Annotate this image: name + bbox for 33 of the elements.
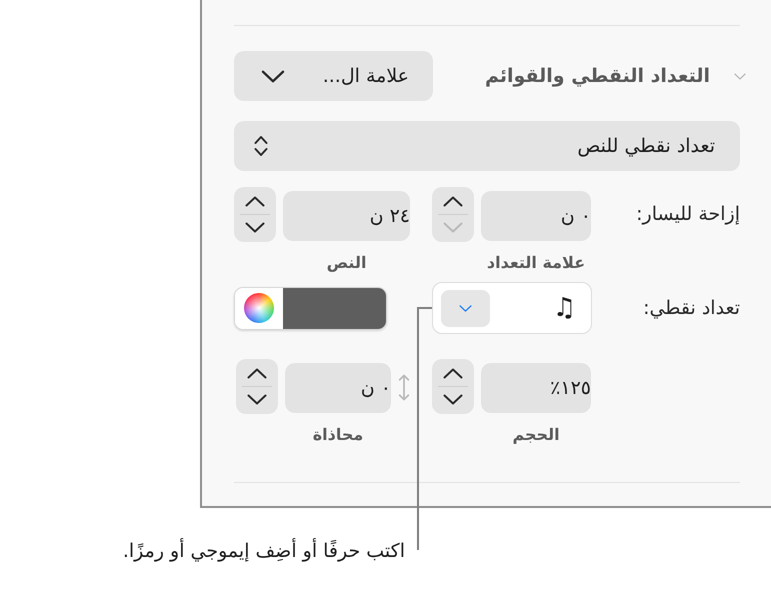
- stepper[interactable]: [432, 359, 474, 414]
- number-field[interactable]: ٠ ن: [481, 191, 591, 241]
- field-caption: الحجم: [512, 424, 560, 446]
- stepper[interactable]: [234, 187, 276, 242]
- chevron-down-icon[interactable]: [247, 394, 267, 405]
- color-well[interactable]: [234, 286, 387, 330]
- chevron-up-icon[interactable]: [247, 368, 267, 379]
- section-title: التعداد النقطي والقوائم: [485, 64, 710, 89]
- color-wheel-icon: [244, 293, 274, 323]
- stepper[interactable]: [236, 359, 278, 414]
- number-field[interactable]: ١٢٥٪: [481, 363, 591, 413]
- preset-dropdown[interactable]: علامة ال...: [234, 51, 433, 101]
- vertical-arrows-icon: [398, 374, 410, 401]
- bullet-symbol: ♫: [552, 293, 576, 323]
- number-field[interactable]: ٢٤ ن: [283, 191, 410, 241]
- number-field[interactable]: ٠ ن: [285, 363, 391, 413]
- field-label: تعداد نقطي:: [642, 296, 740, 321]
- chevron-down-icon: [459, 304, 472, 312]
- chevron-up-icon[interactable]: [245, 196, 265, 207]
- field-caption: محاذاة: [312, 424, 364, 446]
- field-caption: النص: [326, 252, 366, 274]
- chevron-up-down-icon: [254, 135, 268, 157]
- callout-text: اكتب حرفًا أو أضِف إيموجي أو رمزًا.: [122, 540, 405, 562]
- chevron-down-icon[interactable]: [245, 222, 265, 233]
- bullet-field[interactable]: ♫: [432, 282, 592, 334]
- field-label: إزاحة لليسار:: [635, 202, 740, 227]
- chevron-up-icon[interactable]: [443, 368, 463, 379]
- field-caption: علامة التعداد: [486, 252, 586, 274]
- chevron-up-icon[interactable]: [443, 196, 463, 207]
- chevron-down-icon: [261, 70, 285, 82]
- list-style-popup[interactable]: تعداد نقطي للنص: [234, 121, 740, 171]
- chevron-down-icon[interactable]: [443, 394, 463, 405]
- stepper[interactable]: [432, 187, 474, 242]
